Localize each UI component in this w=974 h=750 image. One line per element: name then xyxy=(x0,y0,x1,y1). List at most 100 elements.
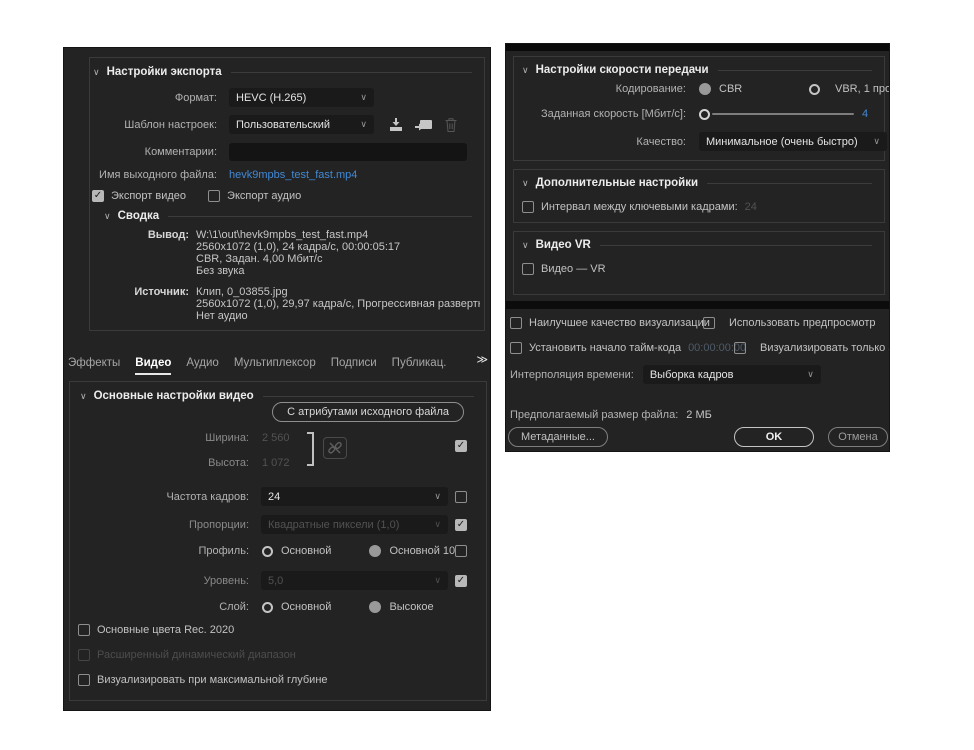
profile-checkbox[interactable] xyxy=(455,545,467,557)
encoding-vbr-radio[interactable] xyxy=(809,83,820,95)
ok-button[interactable]: OK xyxy=(734,427,814,447)
tab-multiplexer[interactable]: Мультиплексор xyxy=(234,357,316,375)
preset-select[interactable]: Пользовательский ∨ xyxy=(229,115,374,134)
keyframe-interval-label: Интервал между ключевыми кадрами: xyxy=(541,200,738,213)
output-filename-link[interactable]: hevk9mpbs_test_fast.mp4 xyxy=(229,169,357,181)
video-vr-label: Видео — VR xyxy=(541,262,606,275)
use-previews-checkbox[interactable] xyxy=(703,316,715,329)
bitrate-settings-title: Настройки скорости передачи xyxy=(535,64,709,76)
target-bitrate-slider[interactable] xyxy=(699,108,854,120)
tab-audio[interactable]: Аудио xyxy=(186,357,218,375)
width-label: Ширина: xyxy=(205,432,249,444)
level-checkbox[interactable]: ✓ xyxy=(455,574,467,587)
max-depth-checkbox[interactable] xyxy=(78,673,90,686)
format-value: HEVC (H.265) xyxy=(236,91,307,104)
chevron-down-icon: ∨ xyxy=(873,136,880,146)
time-interpolation-label: Интерполяция времени: xyxy=(510,368,634,381)
best-render-quality-checkbox[interactable] xyxy=(510,316,522,329)
quality-select[interactable]: Минимальное (очень быстро) ∨ xyxy=(699,132,887,151)
export-settings-panel: ∨ Настройки экспорта Формат: HEVC (H.265… xyxy=(63,47,491,711)
profile-main10-label: Основной 10 xyxy=(389,545,456,557)
chevron-down-icon: ∨ xyxy=(360,92,367,102)
profile-main-radio[interactable] xyxy=(262,545,273,557)
export-audio-checkbox[interactable] xyxy=(208,189,221,202)
tab-effects[interactable]: Эффекты xyxy=(68,357,120,375)
save-preset-icon[interactable] xyxy=(388,117,404,132)
section-rule xyxy=(599,244,872,246)
delete-preset-icon[interactable] xyxy=(445,117,457,132)
encoding-cbr-label: CBR xyxy=(719,83,743,95)
tab-publish[interactable]: Публикац. xyxy=(392,357,447,375)
tier-main-radio[interactable] xyxy=(262,601,273,613)
summary-output-line: CBR, Задан. 4,00 Мбит/с xyxy=(196,253,323,265)
time-interpolation-select[interactable]: Выборка кадров ∨ xyxy=(642,365,821,384)
rec2020-checkbox[interactable] xyxy=(78,623,90,636)
slider-handle[interactable] xyxy=(699,108,710,120)
estimated-size-label: Предполагаемый размер файла: xyxy=(510,408,679,421)
alpha-only-checkbox[interactable] xyxy=(734,341,746,354)
tab-overflow-icon[interactable]: ≫ xyxy=(476,353,488,366)
link-dimensions-icon[interactable] xyxy=(323,437,347,459)
chevron-down-icon: ∨ xyxy=(434,519,441,529)
time-interpolation-value: Выборка кадров xyxy=(649,368,734,381)
frame-rate-select[interactable]: 24 ∨ xyxy=(261,487,448,506)
section-rule xyxy=(168,215,472,217)
output-name-label: Имя выходного файла: xyxy=(99,168,217,181)
dimensions-checkbox[interactable]: ✓ xyxy=(455,440,467,452)
export-video-checkbox[interactable]: ✓ xyxy=(92,189,104,202)
max-depth-label: Визуализировать при максимальной глубине xyxy=(97,673,328,686)
frame-rate-checkbox[interactable] xyxy=(455,490,467,503)
import-preset-icon[interactable] xyxy=(415,118,433,131)
metadata-button[interactable]: Метаданные... xyxy=(508,427,608,447)
summary-title: Сводка xyxy=(117,210,160,222)
section-rule xyxy=(707,182,872,184)
chevron-down-icon[interactable]: ∨ xyxy=(522,65,529,76)
encoding-vbr-label: VBR, 1 проход xyxy=(835,83,890,95)
tab-captions[interactable]: Подписи xyxy=(331,357,377,375)
quality-label: Качество: xyxy=(636,135,686,148)
chevron-down-icon: ∨ xyxy=(434,491,441,501)
tier-high-radio[interactable] xyxy=(369,601,382,613)
advanced-settings-group: ∨ Дополнительные настройки Интервал межд… xyxy=(513,169,885,223)
slider-track[interactable] xyxy=(712,113,854,115)
export-audio-label: Экспорт аудио xyxy=(227,189,302,202)
footer-separator xyxy=(506,301,889,309)
comments-input[interactable] xyxy=(229,143,467,161)
target-bitrate-label: Заданная скорость [Мбит/с]: xyxy=(540,108,686,120)
advanced-settings-title: Дополнительные настройки xyxy=(535,177,699,189)
section-rule xyxy=(717,69,872,71)
format-select[interactable]: HEVC (H.265) ∨ xyxy=(229,88,374,107)
encoding-cbr-radio[interactable] xyxy=(699,83,711,95)
aspect-label: Пропорции: xyxy=(189,518,249,531)
alpha-only-label: Визуализировать только альфа-кан xyxy=(760,341,889,354)
summary-source-line: Клип, 0_03855.jpg xyxy=(196,286,288,298)
chevron-down-icon[interactable]: ∨ xyxy=(104,211,111,222)
tier-main-label: Основной xyxy=(281,601,332,613)
chevron-down-icon[interactable]: ∨ xyxy=(93,67,100,78)
aspect-checkbox[interactable]: ✓ xyxy=(455,518,467,531)
tab-video[interactable]: Видео xyxy=(135,357,172,375)
set-start-timecode-checkbox[interactable] xyxy=(510,341,522,354)
hdr-label: Расширенный динамический диапазон xyxy=(97,648,296,661)
chevron-down-icon: ∨ xyxy=(360,119,367,129)
profile-main10-radio[interactable] xyxy=(369,545,382,557)
summary-source-line: 2560x1072 (1,0), 29,97 кадра/с, Прогресс… xyxy=(196,298,480,310)
match-source-button[interactable]: С атрибутами исходного файла xyxy=(272,402,464,422)
section-rule xyxy=(262,395,474,397)
vr-settings-title: Видео VR xyxy=(535,239,591,251)
preset-value: Пользовательский xyxy=(236,118,330,131)
cancel-button[interactable]: Отмена xyxy=(828,427,888,447)
rec2020-label: Основные цвета Rec. 2020 xyxy=(97,623,235,636)
aspect-select: Квадратные пиксели (1,0) ∨ xyxy=(261,515,448,534)
use-previews-label: Использовать предпросмотр xyxy=(729,316,876,329)
video-vr-checkbox[interactable] xyxy=(522,262,534,275)
chevron-down-icon[interactable]: ∨ xyxy=(522,178,529,189)
summary-output-line: W:\1\out\hevk9mpbs_test_fast.mp4 xyxy=(196,229,369,241)
target-bitrate-value[interactable]: 4 xyxy=(862,108,868,120)
chevron-down-icon[interactable]: ∨ xyxy=(80,391,87,402)
chevron-down-icon[interactable]: ∨ xyxy=(522,240,529,251)
check-icon: ✓ xyxy=(456,518,466,530)
keyframe-interval-checkbox[interactable] xyxy=(522,200,534,213)
panel-top-edge xyxy=(506,44,889,51)
section-rule xyxy=(230,71,472,73)
